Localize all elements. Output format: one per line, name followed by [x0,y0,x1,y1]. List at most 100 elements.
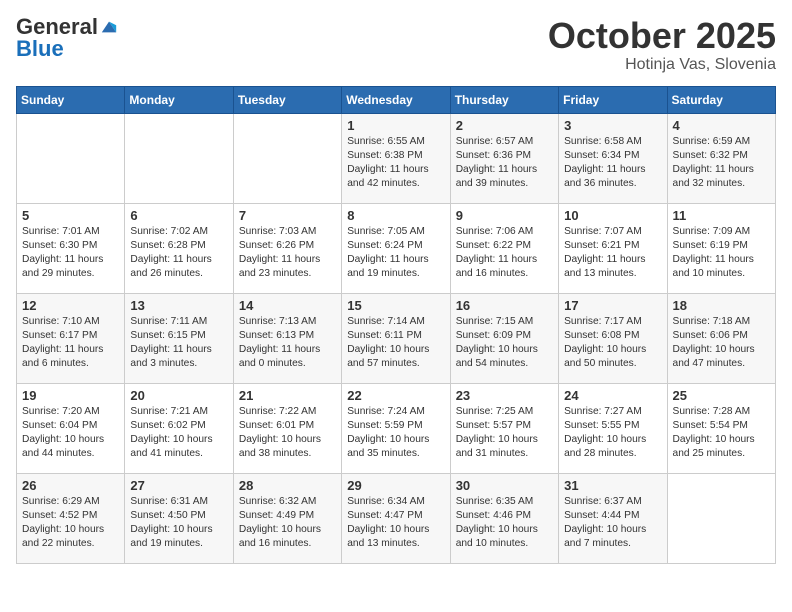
calendar-cell: 19Sunrise: 7:20 AM Sunset: 6:04 PM Dayli… [17,383,125,473]
day-number: 27 [130,478,227,493]
calendar-cell: 15 Sunrise: 7:14 AM Sunset: 6:11 PM Dayli… [342,293,450,383]
calendar-week-row: 5 Sunrise: 7:01 AM Sunset: 6:30 PM Daylig… [17,203,776,293]
day-info: Sunrise: 7:13 AM Sunset: 6:13 PM Dayligh… [239,316,320,370]
calendar-cell: 6 Sunrise: 7:02 AM Sunset: 6:28 PM Daylig… [125,203,233,293]
day-info: Sunrise: 7:10 AM Sunset: 6:17 PM Dayligh… [22,316,103,370]
day-number: 23 [456,388,553,403]
day-info: Sunrise: 6:55 AM Sunset: 6:38 PM Dayligh… [347,136,428,190]
calendar-cell: 8Sunrise: 7:05 AM Sunset: 6:24 PM Daylig… [342,203,450,293]
calendar-cell: 23 Sunrise: 7:25 AM Sunset: 5:57 PM Dayli… [450,383,558,473]
calendar-cell: 27 Sunrise: 6:31 AM Sunset: 4:50 PM Dayli… [125,473,233,563]
calendar-week-row: 19Sunrise: 7:20 AM Sunset: 6:04 PM Dayli… [17,383,776,473]
calendar-cell: 14 Sunrise: 7:13 AM Sunset: 6:13 PM Dayli… [233,293,341,383]
day-number: 15 [347,298,444,313]
calendar-cell: 17 Sunrise: 7:17 AM Sunset: 6:08 PM Dayli… [559,293,667,383]
calendar-cell [17,113,125,203]
calendar-cell: 26 Sunrise: 6:29 AM Sunset: 4:52 PM Dayli… [17,473,125,563]
day-info: Sunrise: 7:24 AM Sunset: 5:59 PM Dayligh… [347,406,429,460]
day-number: 31 [564,478,661,493]
day-number: 12 [22,298,119,313]
calendar-cell: 13 Sunrise: 7:11 AM Sunset: 6:15 PM Dayli… [125,293,233,383]
day-info: Sunrise: 7:01 AM Sunset: 6:30 PM Dayligh… [22,226,103,280]
calendar-cell: 31 Sunrise: 6:37 AM Sunset: 4:44 PM Dayli… [559,473,667,563]
day-info: Sunrise: 7:27 AM Sunset: 5:55 PM Dayligh… [564,406,646,460]
day-number: 28 [239,478,336,493]
calendar-cell: 12 Sunrise: 7:10 AM Sunset: 6:17 PM Dayli… [17,293,125,383]
day-info: Sunrise: 7:15 AM Sunset: 6:09 PM Dayligh… [456,316,538,370]
calendar-cell: 29Sunrise: 6:34 AM Sunset: 4:47 PM Dayli… [342,473,450,563]
day-number: 24 [564,388,661,403]
day-info: Sunrise: 7:05 AM Sunset: 6:24 PM Dayligh… [347,226,428,280]
location-subtitle: Hotinja Vas, Slovenia [548,56,776,74]
day-info: Sunrise: 7:06 AM Sunset: 6:22 PM Dayligh… [456,226,537,280]
day-info: Sunrise: 6:58 AM Sunset: 6:34 PM Dayligh… [564,136,645,190]
calendar-cell: 16 Sunrise: 7:15 AM Sunset: 6:09 PM Dayli… [450,293,558,383]
day-info: Sunrise: 6:31 AM Sunset: 4:50 PM Dayligh… [130,496,212,550]
day-info: Sunrise: 7:25 AM Sunset: 5:57 PM Dayligh… [456,406,538,460]
calendar-cell: 2Sunrise: 6:57 AM Sunset: 6:36 PM Daylig… [450,113,558,203]
weekday-header-friday: Friday [559,86,667,113]
calendar-cell: 18Sunrise: 7:18 AM Sunset: 6:06 PM Dayli… [667,293,775,383]
day-number: 3 [564,118,661,133]
day-number: 1 [347,118,444,133]
calendar-table: SundayMondayTuesdayWednesdayThursdayFrid… [16,86,776,564]
day-info: Sunrise: 7:03 AM Sunset: 6:26 PM Dayligh… [239,226,320,280]
title-block: October 2025 Hotinja Vas, Slovenia [548,16,776,74]
calendar-cell [233,113,341,203]
calendar-cell: 10Sunrise: 7:07 AM Sunset: 6:21 PM Dayli… [559,203,667,293]
calendar-cell: 21 Sunrise: 7:22 AM Sunset: 6:01 PM Dayli… [233,383,341,473]
day-info: Sunrise: 7:11 AM Sunset: 6:15 PM Dayligh… [130,316,211,370]
calendar-week-row: 12 Sunrise: 7:10 AM Sunset: 6:17 PM Dayli… [17,293,776,383]
calendar-cell: 3 Sunrise: 6:58 AM Sunset: 6:34 PM Daylig… [559,113,667,203]
day-number: 7 [239,208,336,223]
day-info: Sunrise: 7:02 AM Sunset: 6:28 PM Dayligh… [130,226,211,280]
weekday-header-wednesday: Wednesday [342,86,450,113]
calendar-week-row: 26 Sunrise: 6:29 AM Sunset: 4:52 PM Dayli… [17,473,776,563]
day-info: Sunrise: 6:35 AM Sunset: 4:46 PM Dayligh… [456,496,538,550]
month-title: October 2025 [548,16,776,56]
weekday-header-row: SundayMondayTuesdayWednesdayThursdayFrid… [17,86,776,113]
day-number: 16 [456,298,553,313]
day-info: Sunrise: 7:21 AM Sunset: 6:02 PM Dayligh… [130,406,212,460]
day-info: Sunrise: 7:14 AM Sunset: 6:11 PM Dayligh… [347,316,429,370]
day-number: 5 [22,208,119,223]
day-info: Sunrise: 6:29 AM Sunset: 4:52 PM Dayligh… [22,496,104,550]
day-info: Sunrise: 6:32 AM Sunset: 4:49 PM Dayligh… [239,496,321,550]
day-number: 25 [673,388,770,403]
weekday-header-monday: Monday [125,86,233,113]
day-number: 30 [456,478,553,493]
day-number: 10 [564,208,661,223]
calendar-cell: 24 Sunrise: 7:27 AM Sunset: 5:55 PM Dayli… [559,383,667,473]
logo: General Blue [16,16,118,60]
calendar-week-row: 1 Sunrise: 6:55 AM Sunset: 6:38 PM Daylig… [17,113,776,203]
day-number: 18 [673,298,770,313]
day-number: 14 [239,298,336,313]
logo-icon [100,18,118,36]
day-info: Sunrise: 7:17 AM Sunset: 6:08 PM Dayligh… [564,316,646,370]
calendar-cell: 5 Sunrise: 7:01 AM Sunset: 6:30 PM Daylig… [17,203,125,293]
day-info: Sunrise: 7:28 AM Sunset: 5:54 PM Dayligh… [673,406,755,460]
calendar-cell: 4 Sunrise: 6:59 AM Sunset: 6:32 PM Daylig… [667,113,775,203]
day-number: 4 [673,118,770,133]
day-info: Sunrise: 6:37 AM Sunset: 4:44 PM Dayligh… [564,496,646,550]
day-number: 21 [239,388,336,403]
day-number: 13 [130,298,227,313]
day-info: Sunrise: 6:59 AM Sunset: 6:32 PM Dayligh… [673,136,754,190]
day-number: 11 [673,208,770,223]
day-number: 22 [347,388,444,403]
day-number: 20 [130,388,227,403]
logo-blue-text: Blue [16,38,64,60]
calendar-cell: 9Sunrise: 7:06 AM Sunset: 6:22 PM Daylig… [450,203,558,293]
calendar-cell: 28 Sunrise: 6:32 AM Sunset: 4:49 PM Dayli… [233,473,341,563]
calendar-cell [667,473,775,563]
weekday-header-thursday: Thursday [450,86,558,113]
day-info: Sunrise: 7:09 AM Sunset: 6:19 PM Dayligh… [673,226,754,280]
day-number: 26 [22,478,119,493]
day-number: 17 [564,298,661,313]
weekday-header-sunday: Sunday [17,86,125,113]
calendar-cell [125,113,233,203]
day-info: Sunrise: 7:22 AM Sunset: 6:01 PM Dayligh… [239,406,321,460]
calendar-cell: 30 Sunrise: 6:35 AM Sunset: 4:46 PM Dayli… [450,473,558,563]
day-number: 6 [130,208,227,223]
calendar-cell: 7 Sunrise: 7:03 AM Sunset: 6:26 PM Daylig… [233,203,341,293]
